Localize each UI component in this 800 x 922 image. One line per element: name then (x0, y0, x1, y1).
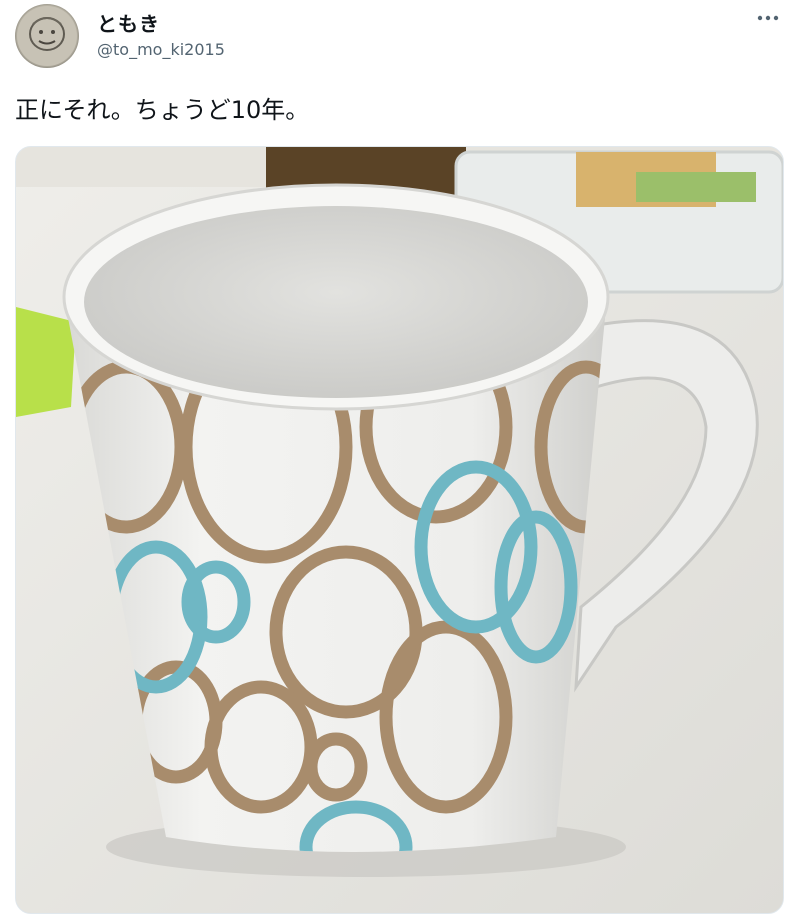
tweet-photo[interactable] (15, 146, 784, 914)
user-handle[interactable]: @to_mo_ki2015 (97, 40, 225, 59)
mug-photo (16, 147, 783, 913)
tweet-text: 正にそれ。ちょうど10年。 (15, 96, 310, 124)
display-name[interactable]: ともき (97, 8, 160, 37)
user-avatar-icon (17, 6, 77, 66)
more-options-icon[interactable] (756, 6, 780, 30)
avatar[interactable] (15, 4, 79, 68)
